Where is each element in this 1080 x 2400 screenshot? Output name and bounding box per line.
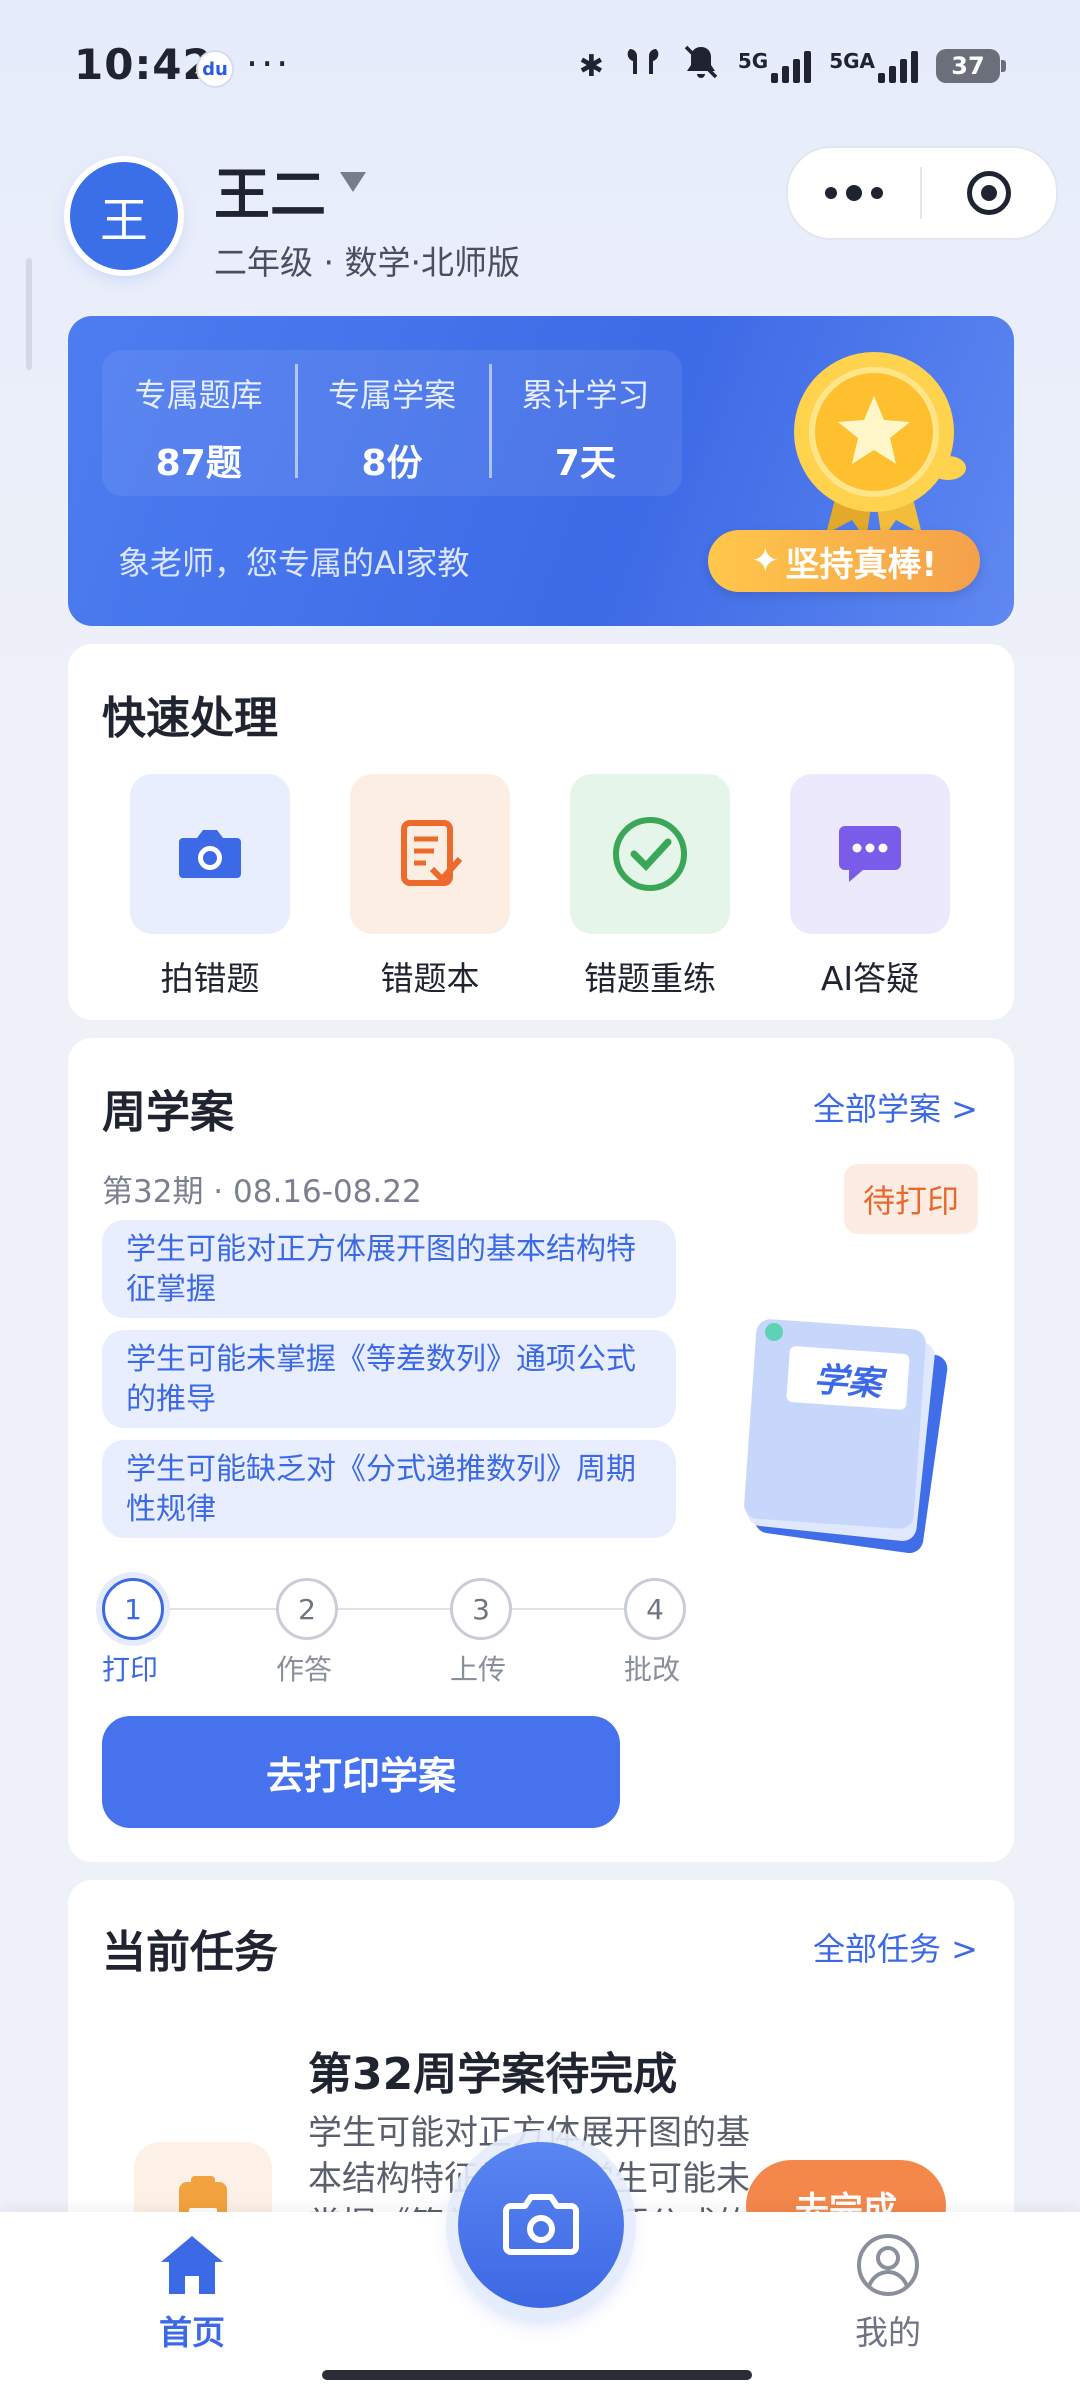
step-print: 1 xyxy=(102,1578,164,1640)
stat-study-days[interactable]: 累计学习 7天 xyxy=(488,350,682,496)
scroll-indicator xyxy=(26,258,32,370)
quick-action-notebook[interactable]: 错题本 xyxy=(350,774,510,1000)
avatar[interactable]: 王 xyxy=(70,162,178,270)
step-connector xyxy=(512,1608,626,1610)
quick-actions-title: 快速处理 xyxy=(102,693,278,744)
step-grade: 4 xyxy=(624,1578,686,1640)
step-label: 上传 xyxy=(450,1653,507,1686)
more-icon[interactable] xyxy=(788,185,920,201)
home-indicator xyxy=(322,2370,752,2380)
weakness-point: 学生可能未掌握《等差数列》通项公式的推导 xyxy=(102,1330,676,1428)
step-upload: 3 xyxy=(450,1578,512,1640)
signal-5ga-icon: 5GA xyxy=(829,49,918,83)
stats-banner: 专属题库 87题 专属学案 8份 累计学习 7天 象老师，您专属的AI家教 ✦ … xyxy=(68,316,1014,626)
current-tasks-title: 当前任务 xyxy=(102,1927,278,1978)
all-plans-link[interactable]: 全部学案 > xyxy=(813,1084,978,1130)
notification-more-icon: ··· xyxy=(246,42,292,86)
close-miniapp-icon[interactable] xyxy=(922,171,1056,215)
camera-scan-button[interactable] xyxy=(458,2142,624,2308)
chevron-down-icon[interactable] xyxy=(340,172,366,192)
quick-action-retrain[interactable]: 错题重练 xyxy=(570,774,730,1000)
baidu-app-icon: du xyxy=(196,50,234,88)
stat-question-bank[interactable]: 专属题库 87题 xyxy=(102,350,295,496)
step-label: 批改 xyxy=(624,1653,681,1686)
earbuds-icon xyxy=(622,45,664,87)
stats-panel: 专属题库 87题 专属学案 8份 累计学习 7天 xyxy=(102,350,682,496)
status-bar: 10:42 du ··· ✱ 5G 5GA 37 xyxy=(0,0,1080,140)
quick-actions-card: 快速处理 拍错题 错题本 错题重练 AI答疑 xyxy=(68,644,1014,1020)
user-icon xyxy=(857,2234,919,2296)
step-connector xyxy=(164,1608,278,1610)
print-plan-button[interactable]: 去打印学案 xyxy=(102,1716,620,1828)
home-icon xyxy=(161,2236,223,2294)
stat-study-plans[interactable]: 专属学案 8份 xyxy=(295,350,488,496)
check-circle-icon xyxy=(570,774,730,934)
tab-home[interactable]: 首页 xyxy=(112,2232,272,2354)
all-tasks-link[interactable]: 全部任务 > xyxy=(813,1924,978,1970)
hero-tagline: 象老师，您专属的AI家教 xyxy=(118,544,470,582)
status-badge: 待打印 xyxy=(844,1164,978,1234)
status-time: 10:42 xyxy=(74,40,213,89)
weakness-point: 学生可能对正方体展开图的基本结构特征掌握 xyxy=(102,1220,676,1318)
weakness-point: 学生可能缺乏对《分式递推数列》周期性规律 xyxy=(102,1440,676,1538)
step-label: 作答 xyxy=(276,1653,333,1686)
step-label: 打印 xyxy=(102,1653,159,1686)
medal-icon xyxy=(794,352,966,540)
user-name[interactable]: 王二 xyxy=(214,150,326,231)
step-answer: 2 xyxy=(276,1578,338,1640)
signal-5g-icon: 5G xyxy=(738,49,812,83)
chat-bubble-icon xyxy=(790,774,950,934)
tab-mine[interactable]: 我的 xyxy=(808,2232,968,2354)
camera-icon xyxy=(503,2194,579,2255)
encourage-badge: ✦ 坚持真棒! xyxy=(708,530,980,592)
weekly-plan-title: 周学案 xyxy=(102,1087,234,1138)
notebook-icon xyxy=(350,774,510,934)
mute-icon xyxy=(682,44,720,88)
weekly-plan-card: 周学案 全部学案 > 第32期 · 08.16-08.22 待打印 学生可能对正… xyxy=(68,1038,1014,1862)
bluetooth-icon: ✱ xyxy=(578,48,604,84)
camera-icon xyxy=(130,774,290,934)
task-title[interactable]: 第32周学案待完成 xyxy=(308,2038,677,2102)
grade-subject: 二年级 · 数学·北师版 xyxy=(214,243,520,282)
battery-icon: 37 xyxy=(936,49,1006,83)
status-indicators: ✱ 5G 5GA 37 xyxy=(578,44,1006,88)
sparkle-icon: ✦ xyxy=(750,541,780,581)
miniapp-capsule xyxy=(786,146,1058,240)
quick-action-photo[interactable]: 拍错题 xyxy=(130,774,290,1000)
illustration-label: 学案 xyxy=(786,1345,910,1411)
plan-period: 第32期 · 08.16-08.22 xyxy=(102,1174,422,1210)
quick-action-ai-qa[interactable]: AI答疑 xyxy=(790,774,950,1000)
study-plan-illustration xyxy=(744,1319,948,1554)
step-connector xyxy=(338,1608,452,1610)
